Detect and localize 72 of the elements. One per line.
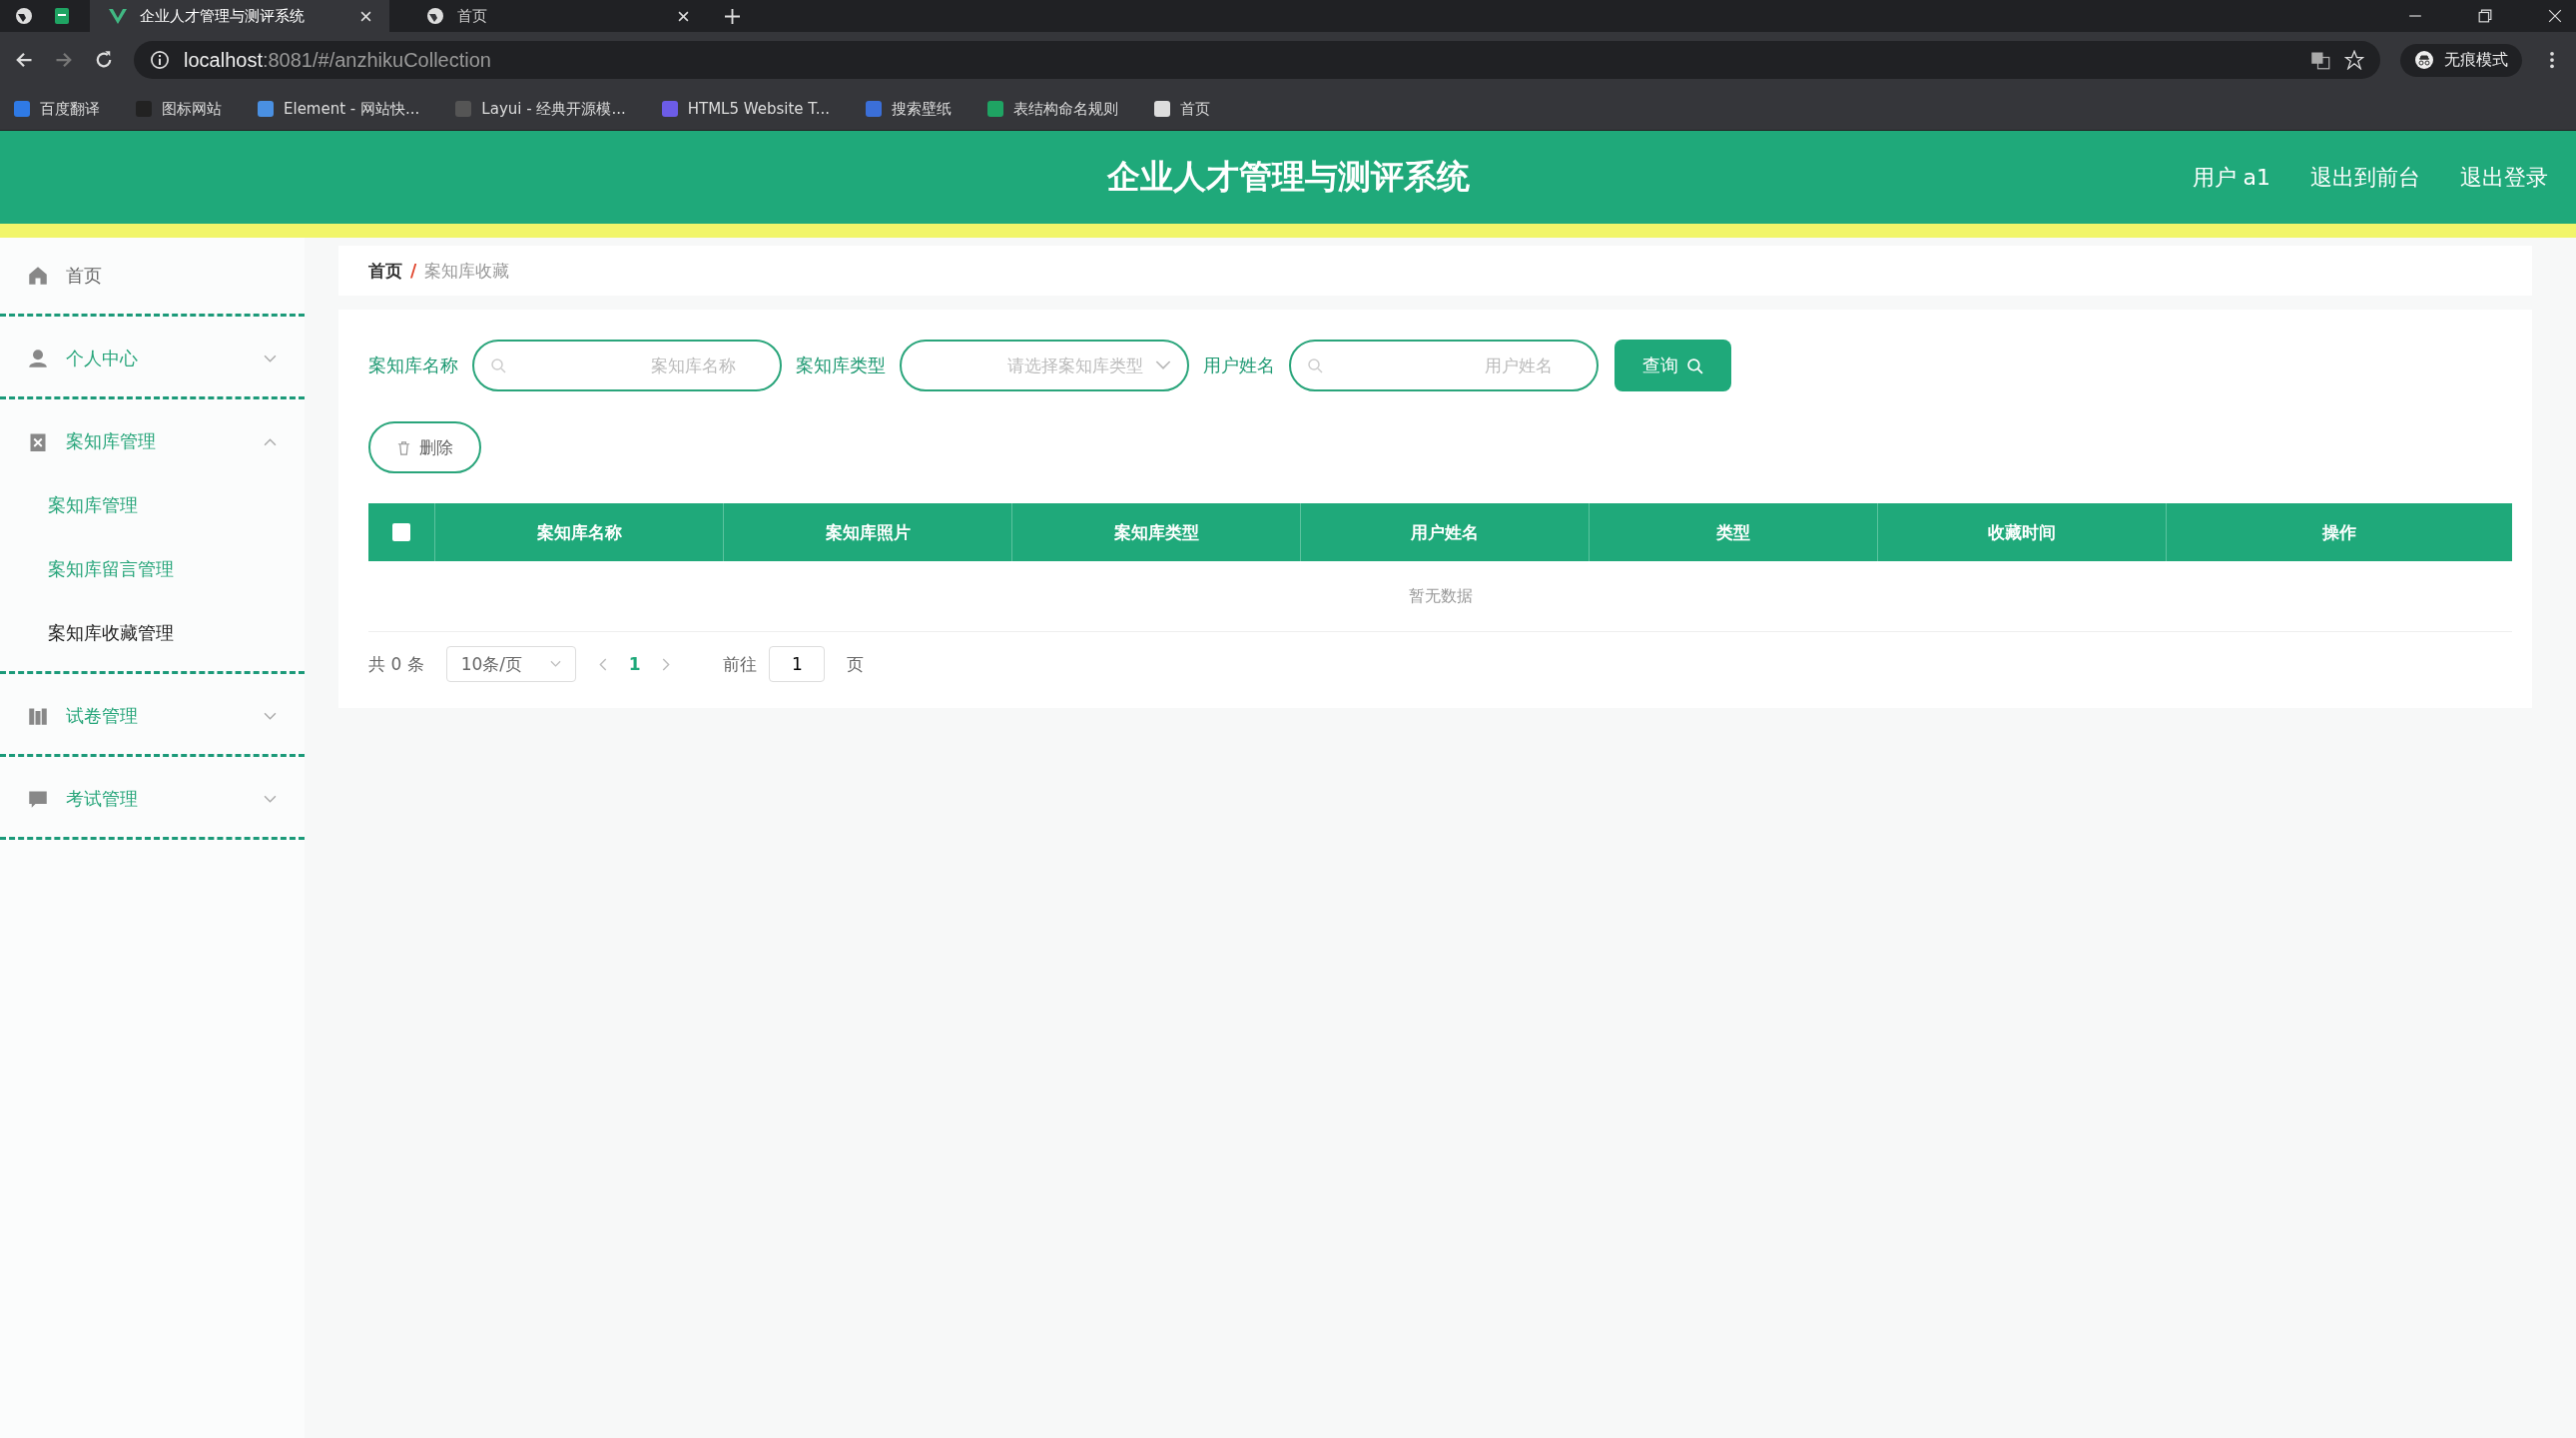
- column-header: 类型: [1590, 503, 1879, 561]
- clipboard-icon: [28, 431, 48, 451]
- column-header: 收藏时间: [1878, 503, 2168, 561]
- books-icon: [28, 706, 48, 726]
- menu-label: 考试管理: [66, 787, 139, 811]
- restore-icon[interactable]: [2478, 9, 2492, 23]
- page-size-select[interactable]: 10条/页: [445, 646, 576, 682]
- select-field[interactable]: 请选择案知库类型: [900, 340, 1189, 391]
- chevron-icon: [549, 660, 561, 668]
- bookmark[interactable]: 百度翻译: [14, 99, 100, 119]
- column-header: 操作: [2320, 520, 2358, 544]
- bookmark[interactable]: HTML5 Website T...: [661, 100, 831, 118]
- search-icon: [1307, 358, 1323, 373]
- breadcrumb-link[interactable]: 首页: [368, 259, 402, 283]
- menu-label: 首页: [66, 264, 103, 288]
- info-icon: [150, 50, 170, 70]
- menu-item[interactable]: 首页: [0, 244, 305, 308]
- goto-label: 前往: [723, 652, 758, 676]
- chat-icon: [28, 789, 48, 809]
- tab-title: 企业人才管理与测评系统: [140, 6, 306, 26]
- sheet-icon[interactable]: [52, 6, 72, 26]
- close-icon[interactable]: [678, 10, 689, 22]
- bookmark[interactable]: 图标网站: [136, 99, 222, 119]
- column-header: 案知库名称: [435, 503, 725, 561]
- search-field[interactable]: 用户姓名: [1289, 340, 1599, 391]
- delete-button[interactable]: 删除: [368, 421, 481, 473]
- bookmark[interactable]: 首页: [1154, 99, 1211, 119]
- incognito-icon: [2414, 50, 2434, 70]
- trash-icon: [396, 439, 411, 455]
- search-icon: [1686, 357, 1703, 374]
- star-icon[interactable]: [2344, 50, 2364, 70]
- close-icon[interactable]: [2548, 9, 2562, 23]
- filter-label: 用户姓名: [1203, 354, 1275, 377]
- reload-icon[interactable]: [94, 50, 114, 70]
- breadcrumb-separator: /: [410, 261, 417, 281]
- bookmark[interactable]: 搜索壁纸: [866, 99, 953, 119]
- column-header: 用户姓名: [1301, 503, 1591, 561]
- close-icon[interactable]: [360, 10, 371, 22]
- page-input[interactable]: 1: [769, 646, 826, 682]
- bookmark[interactable]: 表结构命名规则: [987, 99, 1119, 119]
- tab-title: 首页: [457, 6, 488, 26]
- address-bar[interactable]: localhost:8081/#/anzhikuCollection: [134, 41, 2380, 79]
- search-field[interactable]: 案知库名称: [472, 340, 782, 391]
- home-icon: [28, 266, 48, 286]
- column-header: 案知库类型: [1012, 503, 1302, 561]
- back-icon[interactable]: [14, 50, 34, 70]
- v-logo-icon: [108, 6, 128, 26]
- page-suffix: 页: [847, 652, 865, 676]
- menu-label: 个人中心: [66, 347, 139, 370]
- search-icon: [490, 358, 506, 373]
- globe-icon: [425, 6, 445, 26]
- empty-text: 暂无数据: [1408, 585, 1473, 607]
- column-header: 案知库照片: [724, 503, 1013, 561]
- translate-icon[interactable]: [2310, 50, 2330, 70]
- bookmark[interactable]: Element - 网站快...: [258, 99, 420, 119]
- filter-label: 案知库名称: [368, 354, 458, 377]
- submenu-item[interactable]: 案知库收藏管理: [0, 601, 305, 665]
- bookmark[interactable]: Layui - 经典开源模...: [455, 99, 626, 119]
- url-text: localhost:8081/#/anzhikuCollection: [184, 48, 491, 72]
- select-all-checkbox[interactable]: [392, 523, 410, 541]
- filter-label: 案知库类型: [796, 354, 886, 377]
- user-icon: [28, 349, 48, 368]
- browser-tab[interactable]: 首页: [407, 0, 707, 32]
- globe-icon[interactable]: [14, 6, 34, 26]
- total-count: 共 0 条: [368, 652, 424, 676]
- menu-label: 案知库管理: [66, 429, 157, 453]
- forward-icon[interactable]: [54, 50, 74, 70]
- new-tab-icon[interactable]: [725, 8, 740, 24]
- app-title: 企业人才管理与测评系统: [1106, 156, 1470, 198]
- browser-tab[interactable]: 企业人才管理与测评系统: [90, 0, 389, 32]
- incognito-button[interactable]: 无痕模式: [2400, 43, 2522, 77]
- menu-label: 试卷管理: [66, 704, 139, 728]
